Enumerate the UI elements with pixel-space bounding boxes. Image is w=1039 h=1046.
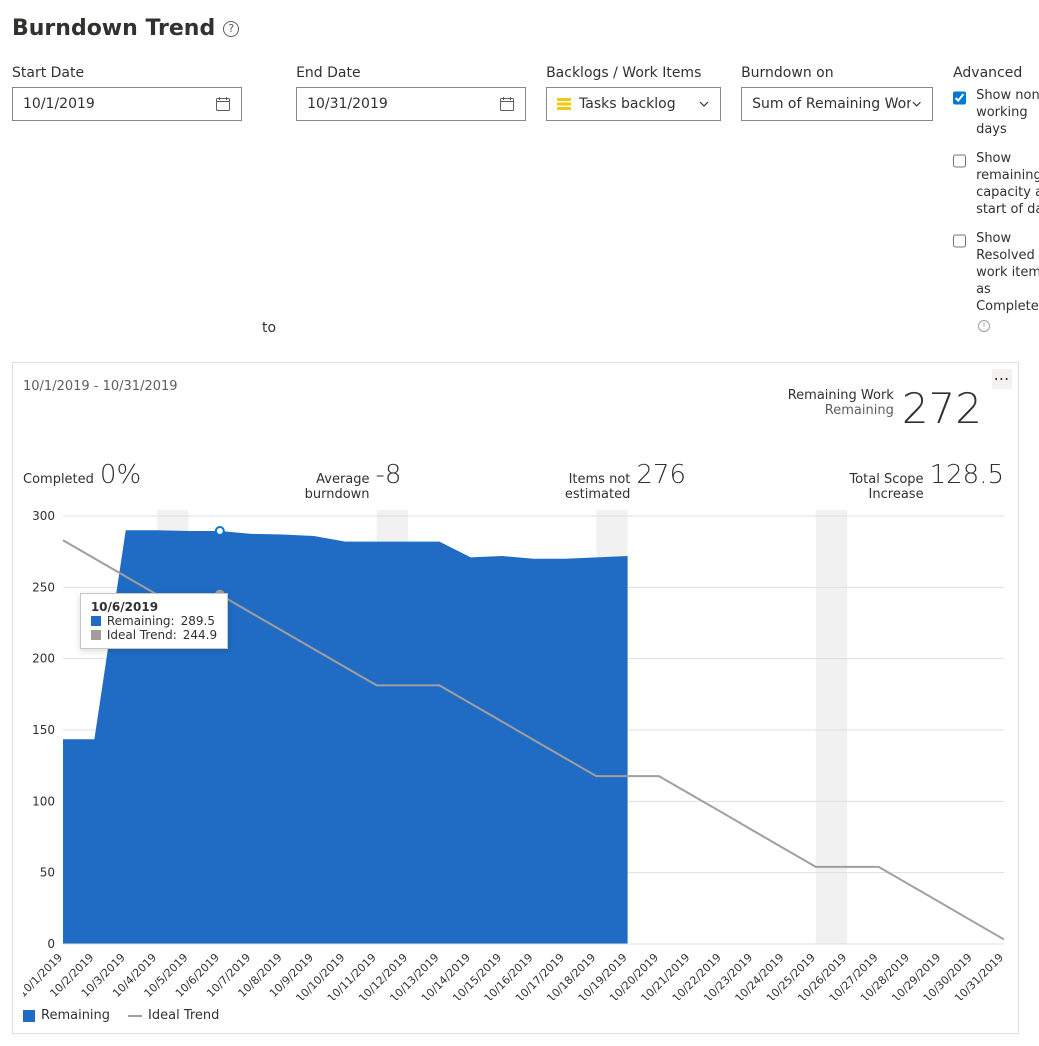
- svg-text:150: 150: [32, 723, 55, 737]
- start-date-input[interactable]: 10/1/2019: [12, 87, 242, 121]
- kpi-completed-value: 0%: [100, 460, 141, 490]
- svg-text:100: 100: [32, 794, 55, 808]
- kpi-items-not-estimated-value: 276: [636, 460, 686, 490]
- tooltip-remaining-swatch: [91, 616, 101, 626]
- calendar-icon: [215, 96, 231, 112]
- svg-text:250: 250: [32, 580, 55, 594]
- date-range-text: 10/1/2019 - 10/31/2019: [23, 379, 178, 394]
- kpi-avg-burndown-label: Average burndown: [305, 472, 370, 502]
- svg-text:0: 0: [47, 937, 55, 951]
- kpi-total-scope-increase-value: 128.5: [930, 460, 1004, 490]
- end-date-input[interactable]: 10/31/2019: [296, 87, 526, 121]
- chart-card: ⋯ 10/1/2019 - 10/31/2019 Remaining Work …: [12, 362, 1019, 1034]
- show-non-working-label: Show non-working days: [976, 87, 1039, 138]
- legend-ideal-label: Ideal Trend: [148, 1008, 219, 1023]
- backlogs-label: Backlogs / Work Items: [546, 65, 721, 81]
- show-remaining-capacity-checkbox[interactable]: [953, 152, 966, 170]
- show-resolved-completed-label: Show Resolved work items as Completed: [976, 231, 1039, 314]
- legend-ideal-swatch: [128, 1015, 142, 1017]
- info-icon[interactable]: i: [978, 320, 990, 332]
- burndown-on-select[interactable]: Sum of Remaining Work: [741, 87, 933, 121]
- tooltip-ideal-value: 244.9: [183, 628, 217, 642]
- chart-area[interactable]: 05010015020025030010/1/201910/2/201910/3…: [23, 510, 1008, 1000]
- svg-text:200: 200: [32, 652, 55, 666]
- controls-row: Start Date 10/1/2019 to End Date 10/31/2…: [12, 65, 1027, 344]
- tooltip-date: 10/6/2019: [91, 600, 158, 614]
- tooltip-ideal-label: Ideal Trend:: [107, 628, 177, 642]
- tasks-backlog-icon: [557, 98, 571, 110]
- svg-text:300: 300: [32, 510, 55, 523]
- kpi-completed-label: Completed: [23, 472, 94, 487]
- tooltip-remaining-label: Remaining:: [107, 614, 175, 628]
- kpi-row: Completed 0% Average burndown -8 Items n…: [23, 460, 1008, 502]
- show-non-working-checkbox[interactable]: [953, 89, 966, 107]
- burndown-on-value: Sum of Remaining Work: [752, 96, 911, 112]
- backlogs-select[interactable]: Tasks backlog: [546, 87, 721, 121]
- kpi-items-not-estimated-label: Items not estimated: [565, 472, 630, 502]
- calendar-icon: [499, 96, 515, 112]
- chevron-down-icon: [698, 98, 710, 110]
- chevron-down-icon: [911, 98, 922, 110]
- end-date-label: End Date: [296, 65, 526, 81]
- start-date-value: 10/1/2019: [23, 96, 95, 112]
- kpi-avg-burndown-value: -8: [376, 460, 402, 490]
- chart-legend: Remaining Ideal Trend: [23, 1008, 1008, 1023]
- show-remaining-capacity-label: Show remaining capacity at start of day: [976, 150, 1039, 218]
- chart-tooltip: 10/6/2019 Remaining: 289.5 Ideal Trend: …: [80, 593, 228, 649]
- end-date-value: 10/31/2019: [307, 96, 388, 112]
- advanced-label: Advanced: [953, 65, 1039, 81]
- legend-remaining-label: Remaining: [41, 1008, 110, 1023]
- svg-text:50: 50: [40, 866, 55, 880]
- main-metric-label-2: Remaining: [788, 403, 894, 418]
- kpi-total-scope-increase-label: Total Scope Increase: [849, 472, 923, 502]
- help-icon[interactable]: ?: [223, 21, 239, 37]
- start-date-label: Start Date: [12, 65, 242, 81]
- more-actions-button[interactable]: ⋯: [992, 369, 1012, 389]
- burndown-on-label: Burndown on: [741, 65, 933, 81]
- show-resolved-completed-checkbox[interactable]: [953, 232, 966, 250]
- main-metric-value: 272: [902, 388, 982, 430]
- legend-remaining-swatch: [23, 1010, 35, 1022]
- main-metric-label-1: Remaining Work: [788, 388, 894, 403]
- backlogs-value: Tasks backlog: [579, 96, 676, 112]
- to-label: to: [262, 320, 276, 344]
- page-title: Burndown Trend: [12, 16, 215, 41]
- tooltip-remaining-value: 289.5: [181, 614, 215, 628]
- tooltip-ideal-swatch: [91, 630, 101, 640]
